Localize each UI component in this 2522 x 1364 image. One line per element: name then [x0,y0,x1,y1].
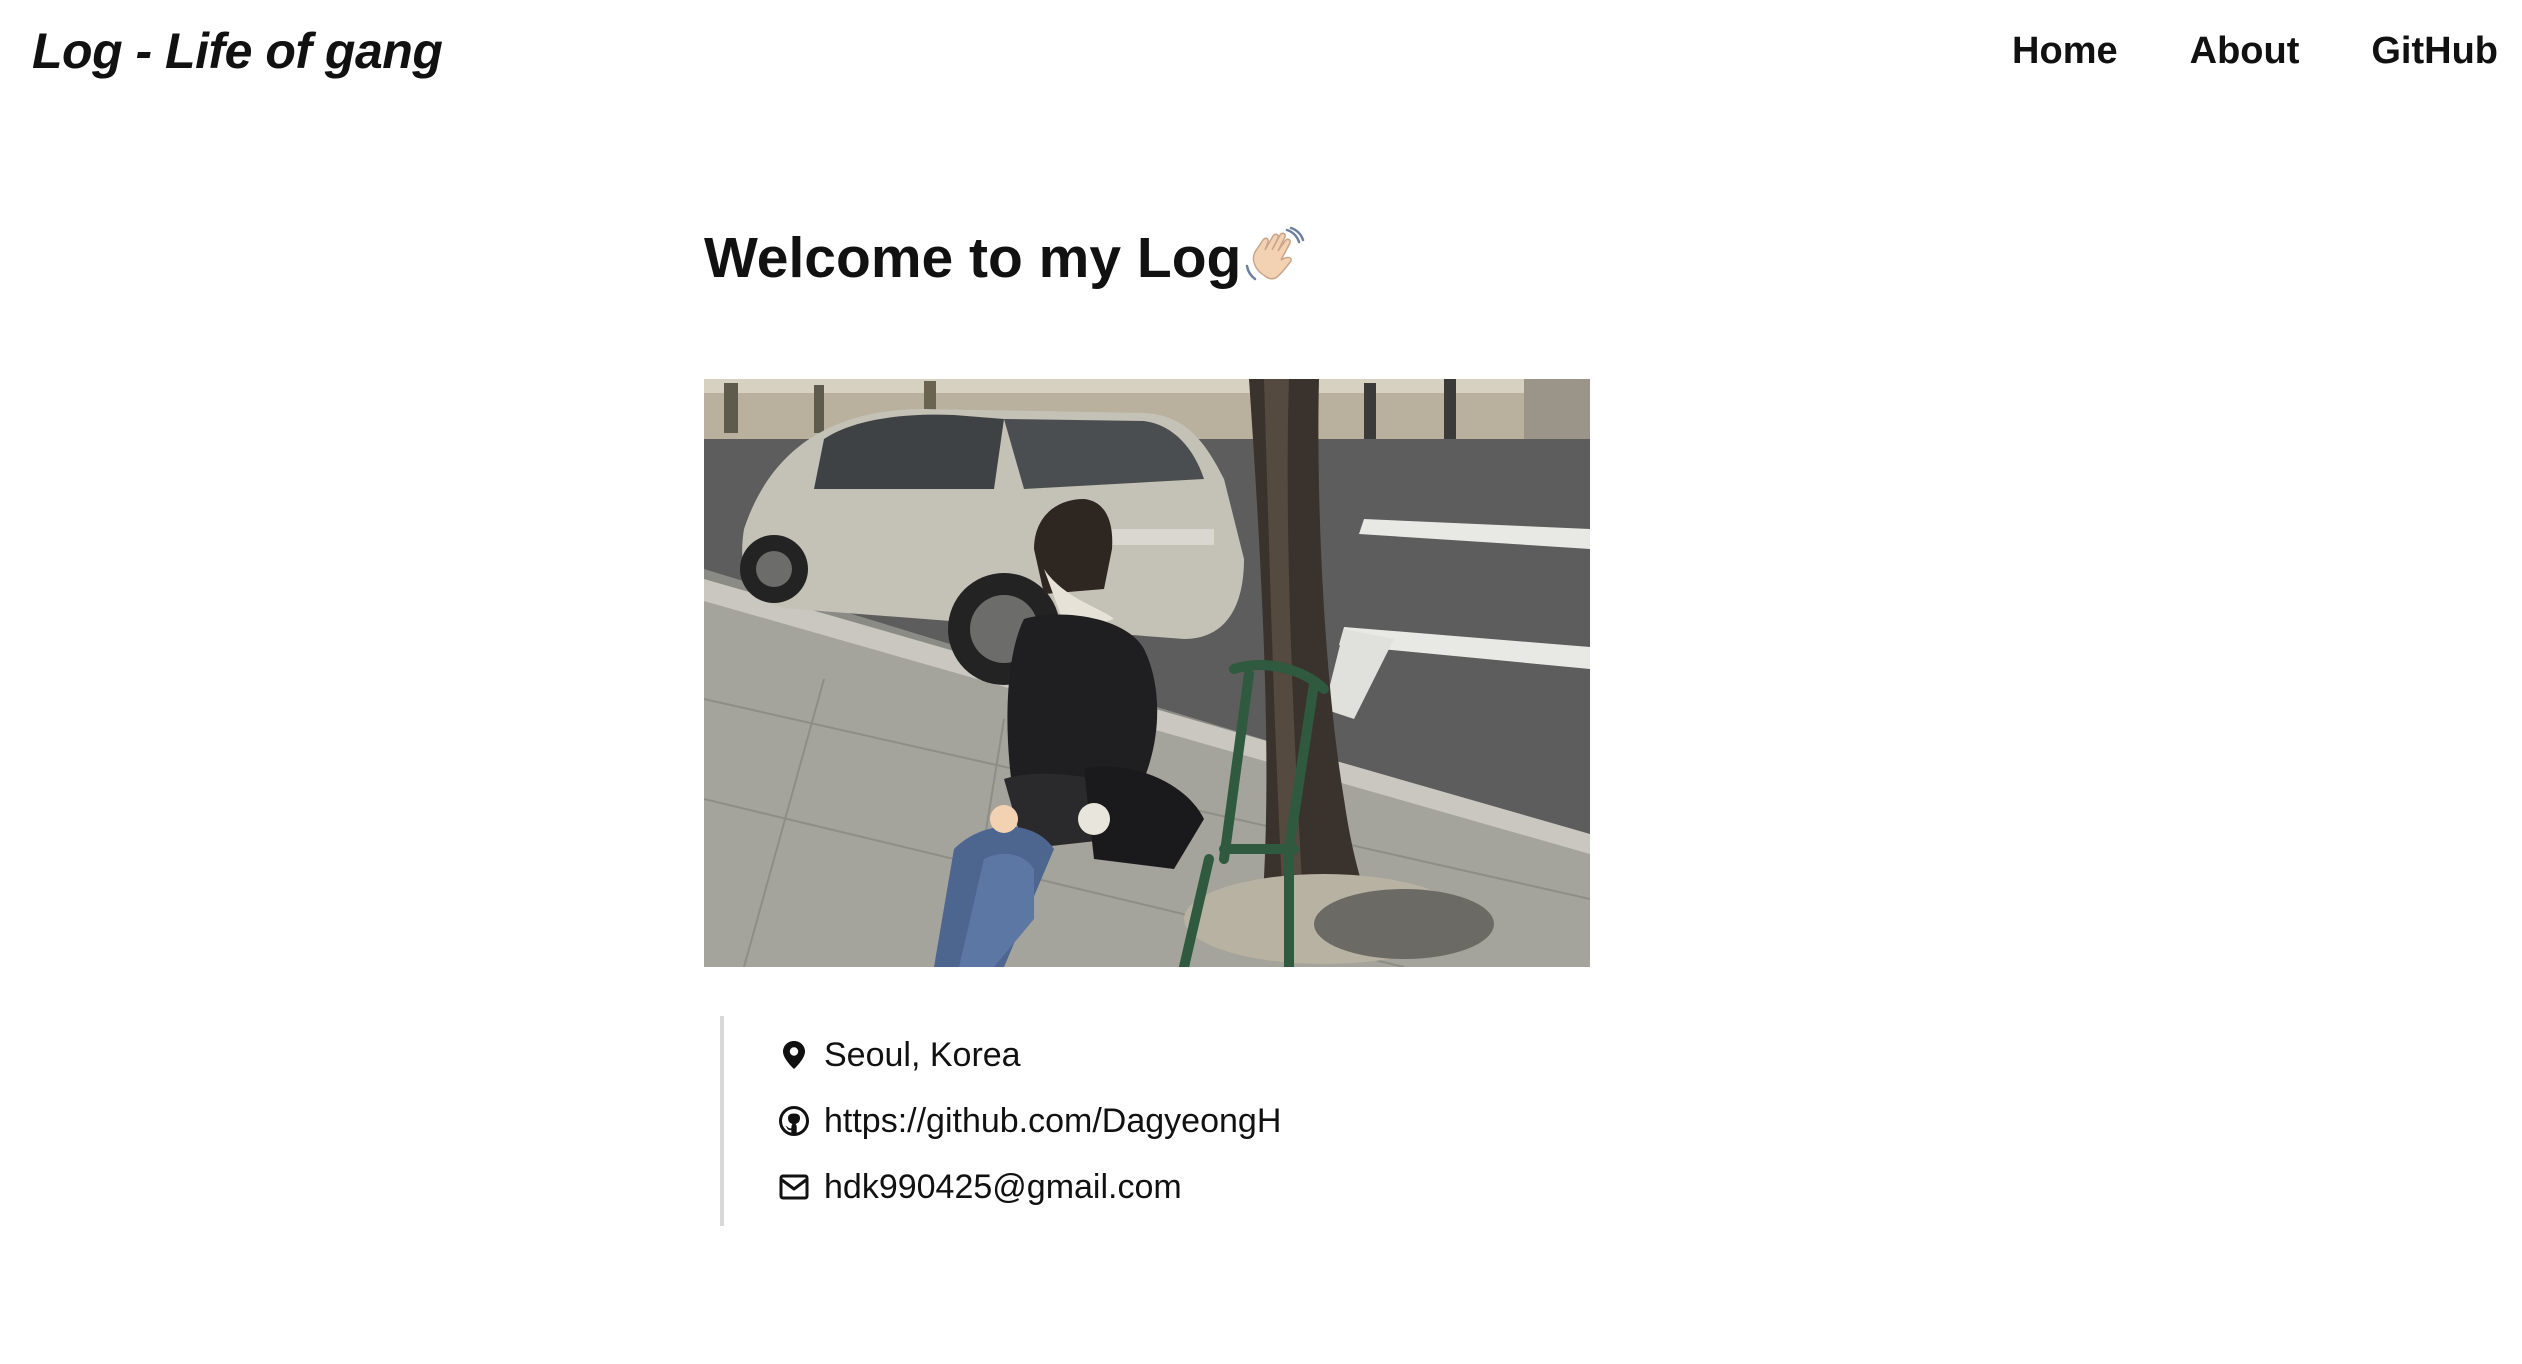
main-content: Welcome to my Log Seoul, Korea https://g… [704,220,1604,1226]
github-row: https://github.com/DagyeongH [778,1088,1281,1154]
page-title-text: Welcome to my Log [704,226,1242,290]
email-row: hdk990425@gmail.com [778,1154,1281,1220]
github-link[interactable]: https://github.com/DagyeongH [824,1102,1281,1141]
nav-github-link[interactable]: GitHub [2371,30,2498,73]
profile-photo [704,379,1590,967]
main-nav: Home About GitHub [2012,30,2498,73]
contact-info: Seoul, Korea https://github.com/Dagyeong… [720,1016,1281,1226]
location-text: Seoul, Korea [824,1035,1021,1074]
page-title: Welcome to my Log [704,220,1604,296]
site-header: Log - Life of gang Home About GitHub [0,0,2522,110]
location-row: Seoul, Korea [778,1022,1281,1088]
waving-hand-icon [1243,226,1307,290]
github-icon [778,1105,810,1137]
nav-home-link[interactable]: Home [2012,30,2118,73]
site-title-link[interactable]: Log - Life of gang [32,22,443,80]
nav-about-link[interactable]: About [2190,30,2300,73]
map-pin-icon [778,1039,810,1071]
mail-icon [778,1171,810,1203]
email-link[interactable]: hdk990425@gmail.com [824,1168,1182,1207]
